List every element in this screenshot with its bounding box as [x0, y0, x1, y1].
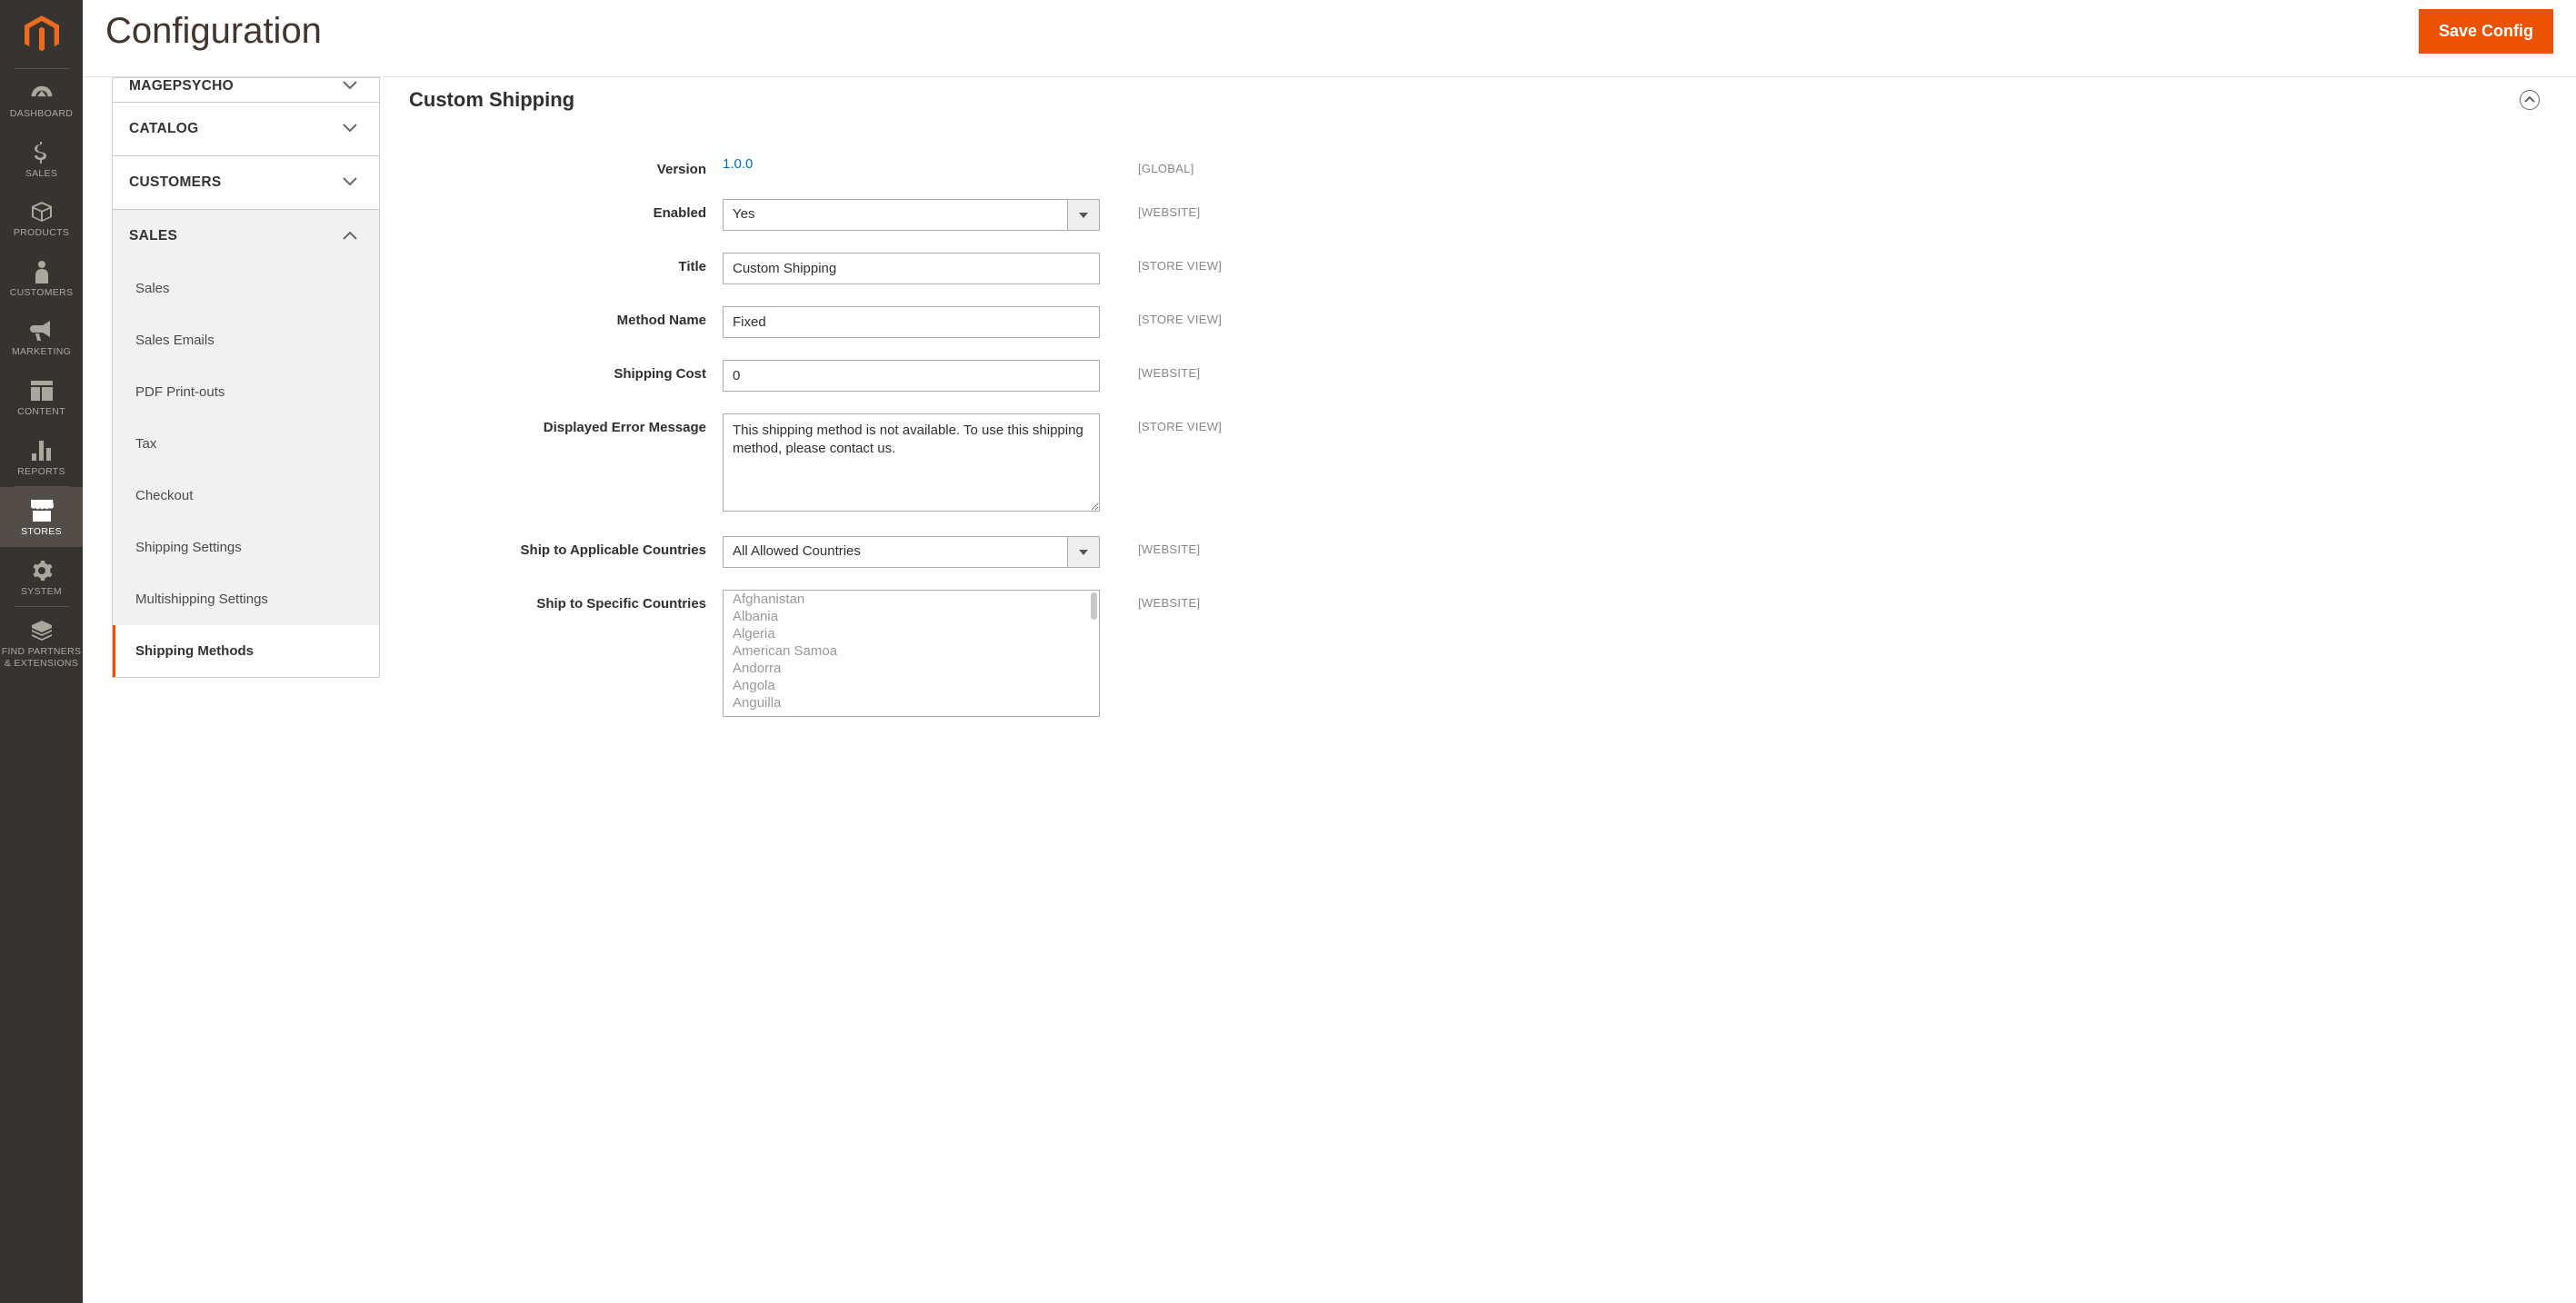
magento-logo-icon	[25, 15, 59, 54]
list-item[interactable]: Afghanistan	[724, 591, 1099, 608]
field-method-name: Method Name [STORE VIEW]	[409, 306, 2540, 338]
tab-group-sales: SALES Sales Sales Emails PDF Print-outs …	[112, 210, 380, 678]
error-message-textarea[interactable]: This shipping method is not available. T…	[723, 413, 1100, 512]
tab-item-multishipping[interactable]: Multishipping Settings	[113, 573, 379, 625]
layout-icon	[31, 379, 53, 403]
field-applicable-countries: Ship to Applicable Countries All Allowed…	[409, 536, 2540, 568]
list-item[interactable]: Anguilla	[724, 694, 1099, 711]
magento-logo[interactable]	[0, 0, 83, 68]
scope-label: [STORE VIEW]	[1100, 413, 1222, 433]
scope-label: [STORE VIEW]	[1100, 306, 1222, 326]
tab-group-catalog: CATALOG	[112, 103, 380, 156]
tab-item-sales[interactable]: Sales	[113, 263, 379, 314]
chevron-down-icon	[343, 121, 359, 137]
nav-partners[interactable]: FIND PARTNERS & EXTENSIONS	[0, 607, 83, 678]
chevron-down-icon	[343, 78, 359, 94]
dollar-icon	[35, 141, 49, 164]
enabled-select[interactable]: Yes	[723, 199, 1100, 231]
nav-marketing[interactable]: MARKETING	[0, 307, 83, 367]
tab-item-carriers[interactable]: Shipping Methods	[113, 625, 379, 677]
method-name-input[interactable]	[723, 306, 1100, 338]
tab-head-magepsycho[interactable]: MAGEPSYCHO	[113, 78, 379, 102]
list-item[interactable]: Andorra	[724, 660, 1099, 677]
section-title: Custom Shipping	[409, 88, 574, 112]
tab-head-catalog[interactable]: CATALOG	[113, 103, 379, 155]
nav-content[interactable]: CONTENT	[0, 367, 83, 427]
field-version: Version 1.0.0 [GLOBAL]	[409, 155, 2540, 177]
chevron-up-icon	[343, 228, 359, 244]
title-input[interactable]	[723, 253, 1100, 284]
box-icon	[31, 200, 53, 224]
tab-head-sales[interactable]: SALES	[113, 210, 379, 263]
dropdown-arrow-icon	[1067, 537, 1099, 567]
version-value: 1.0.0	[723, 155, 753, 172]
scope-label: [WEBSITE]	[1100, 360, 1200, 380]
save-config-button[interactable]: Save Config	[2419, 9, 2553, 54]
tab-item-sales-email[interactable]: Sales Emails	[113, 314, 379, 366]
scope-label: [WEBSITE]	[1100, 199, 1200, 219]
list-item[interactable]: American Samoa	[724, 642, 1099, 660]
list-item[interactable]: Albania	[724, 608, 1099, 625]
page-header: Configuration Save Config	[83, 0, 2576, 77]
applicable-countries-select[interactable]: All Allowed Countries	[723, 536, 1100, 568]
tab-group-customers: CUSTOMERS	[112, 156, 380, 210]
field-title: Title [STORE VIEW]	[409, 253, 2540, 284]
page-title: Configuration	[105, 11, 322, 52]
section-head-custom-shipping[interactable]: Custom Shipping	[409, 88, 2540, 128]
nav-system[interactable]: SYSTEM	[0, 547, 83, 607]
collapse-icon	[2520, 90, 2540, 110]
config-form: Custom Shipping Version 1.0.0 [GLOBAL] E…	[380, 77, 2576, 1303]
tab-head-customers[interactable]: CUSTOMERS	[113, 156, 379, 209]
bar-chart-icon	[32, 439, 52, 463]
list-item[interactable]: Angola	[724, 677, 1099, 694]
nav-reports[interactable]: REPORTS	[0, 427, 83, 487]
nav-dashboard[interactable]: DASHBOARD	[0, 69, 83, 129]
tab-item-checkout[interactable]: Checkout	[113, 470, 379, 522]
chevron-down-icon	[343, 174, 359, 191]
megaphone-icon	[30, 319, 54, 343]
storefront-icon	[30, 499, 54, 522]
dropdown-arrow-icon	[1067, 200, 1099, 230]
specific-countries-multiselect[interactable]: Afghanistan Albania Algeria American Sam…	[723, 590, 1100, 717]
nav-partners-label: FIND PARTNERS & EXTENSIONS	[2, 646, 82, 669]
list-item[interactable]: Algeria	[724, 625, 1099, 642]
scope-label: [GLOBAL]	[1100, 155, 1194, 175]
scrollbar[interactable]	[1091, 592, 1097, 620]
shipping-cost-input[interactable]	[723, 360, 1100, 392]
field-specific-countries: Ship to Specific Countries Afghanistan A…	[409, 590, 2540, 717]
puzzle-icon	[31, 619, 53, 642]
field-enabled: Enabled Yes [WEBSITE]	[409, 199, 2540, 231]
field-error-message: Displayed Error Message This shipping me…	[409, 413, 2540, 514]
tab-item-tax[interactable]: Tax	[113, 418, 379, 470]
nav-customers[interactable]: CUSTOMERS	[0, 248, 83, 308]
nav-sales[interactable]: SALES	[0, 129, 83, 189]
scope-label: [STORE VIEW]	[1100, 253, 1222, 273]
nav-products[interactable]: PRODUCTS	[0, 188, 83, 248]
tab-item-shipping[interactable]: Shipping Settings	[113, 522, 379, 573]
config-tabs: MAGEPSYCHO CATALOG CUSTOMERS SALES	[83, 77, 380, 1303]
tab-item-pdf[interactable]: PDF Print-outs	[113, 366, 379, 418]
person-icon	[35, 260, 49, 283]
gauge-icon	[30, 81, 54, 104]
gear-icon	[31, 559, 53, 582]
nav-stores[interactable]: STORES	[0, 487, 83, 547]
scope-label: [WEBSITE]	[1100, 590, 1200, 610]
field-shipping-cost: Shipping Cost [WEBSITE]	[409, 360, 2540, 392]
admin-sidebar: DASHBOARD SALES PRODUCTS CUSTOMERS MARKE…	[0, 0, 83, 1303]
scope-label: [WEBSITE]	[1100, 536, 1200, 556]
tab-group-magepsycho: MAGEPSYCHO	[112, 77, 380, 103]
